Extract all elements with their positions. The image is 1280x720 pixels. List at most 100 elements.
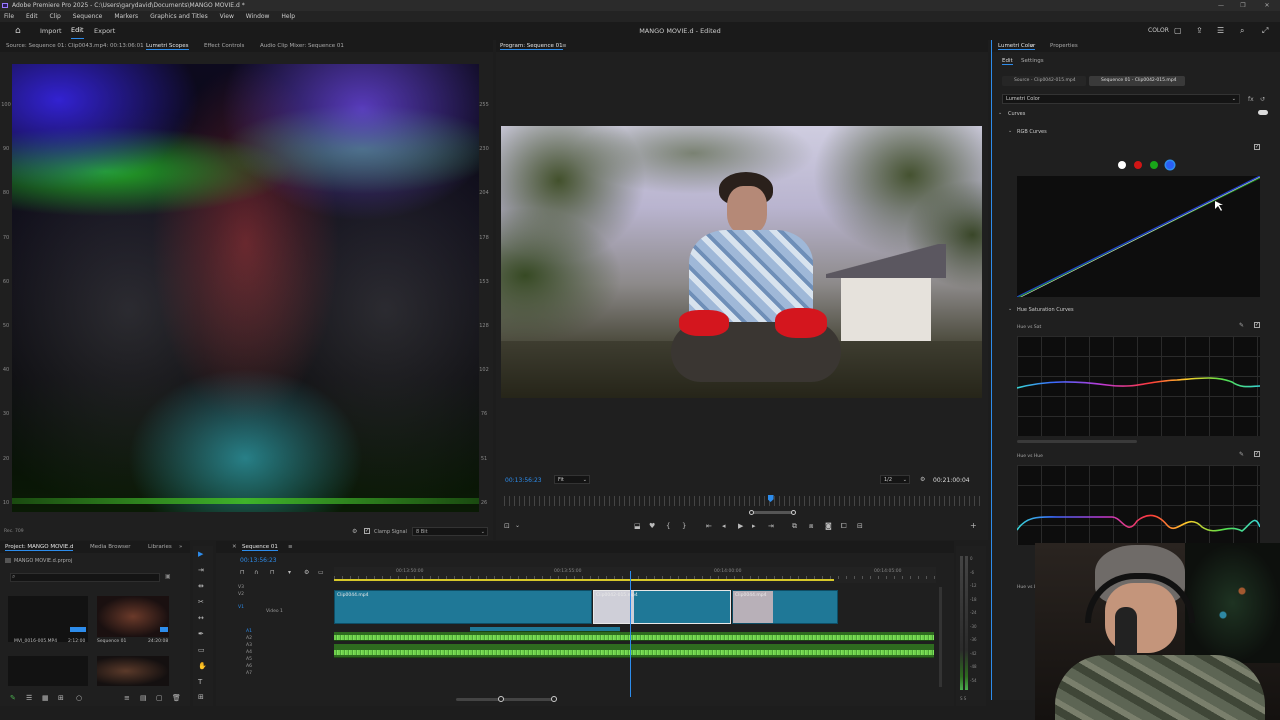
step-back-icon[interactable]: ◂ (722, 522, 726, 530)
tab-lumetri-scopes[interactable]: Lumetri Scopes (146, 43, 189, 50)
work-area-bar[interactable] (334, 579, 834, 581)
tab-audio-clip-mixer[interactable]: Audio Clip Mixer: Sequence 01 (260, 43, 344, 49)
zoom-handle-right[interactable] (791, 510, 796, 515)
resolution-select[interactable]: 1/2 ⌄ (880, 475, 910, 484)
video-clip-2[interactable]: Clip0042-015.mp4 (593, 590, 731, 624)
more-panels-icon[interactable]: » (179, 544, 182, 550)
type-tool-icon[interactable]: T (198, 678, 202, 686)
share-icon[interactable]: ⇪ (1196, 22, 1203, 40)
tab-libraries[interactable]: Libraries (148, 544, 172, 550)
menu-clip[interactable]: Clip (50, 13, 61, 20)
hue-vs-hue-graph[interactable] (1017, 465, 1260, 545)
extract-icon[interactable]: ⧈ (809, 522, 813, 531)
rgb-curve-graph[interactable] (1017, 176, 1260, 297)
menu-view[interactable]: View (220, 13, 234, 20)
video-clip-1[interactable]: Clip0044.mp4 (334, 590, 592, 624)
workspace-label[interactable]: COLOR (1148, 22, 1169, 40)
clip-thumbnail-3[interactable] (8, 656, 88, 686)
sort-icon[interactable]: ≡ (124, 694, 130, 702)
scrub-ruler[interactable] (504, 496, 980, 506)
tab-sequence[interactable]: Sequence 01 (242, 544, 278, 551)
eyedropper-icon[interactable]: ✎ (1239, 322, 1244, 329)
track-a7-label[interactable]: A7 (246, 671, 252, 676)
step-forward-icon[interactable]: ▸ (752, 522, 756, 530)
fullscreen-icon[interactable]: ⤢ (1262, 22, 1268, 40)
hue-vs-sat-graph[interactable] (1017, 336, 1260, 436)
pen-tool-icon[interactable]: ✒ (198, 630, 204, 638)
clip-thumbnail-1[interactable] (8, 596, 88, 642)
layout-icon[interactable]: ▢ (1174, 22, 1182, 40)
sequence-clip-button[interactable]: Sequence 01 - Clip0042-015.mp4 (1089, 76, 1185, 86)
lift-icon[interactable]: ⧉ (792, 522, 797, 531)
wrench-icon[interactable]: ⚙ (920, 476, 925, 483)
razor-tool-icon[interactable]: ✂ (198, 598, 204, 606)
tab-effect-controls[interactable]: Effect Controls (204, 43, 244, 49)
safe-margins-icon[interactable]: ⊡ (504, 522, 510, 530)
clamp-checkbox[interactable]: ✓ (364, 528, 370, 534)
track-a1-label[interactable]: A1 (246, 629, 252, 634)
settings-chevron-icon[interactable]: ⌄ (515, 522, 520, 529)
channel-swatch-3[interactable] (1166, 161, 1174, 169)
audio-clip-a1[interactable] (334, 632, 934, 641)
marker-icon[interactable]: ♥ (649, 522, 655, 530)
audio-clip-a2[interactable] (334, 644, 934, 658)
track-select-icon[interactable]: ⇥ (198, 566, 204, 574)
clip-thumbnail-2[interactable] (97, 596, 169, 637)
eyedropper-icon[interactable]: ✎ (1239, 451, 1244, 458)
rgb-curves-checkbox[interactable]: ✓ (1254, 144, 1260, 150)
edit-tab[interactable]: Edit (71, 22, 84, 39)
zoom-handle-left[interactable] (749, 510, 754, 515)
ripple-edit-icon[interactable]: ⇹ (198, 582, 204, 590)
bit-depth-select[interactable]: 8 Bit ⌄ (412, 527, 488, 536)
timeline-playhead[interactable] (630, 571, 631, 697)
play-icon[interactable]: ▶ (738, 522, 743, 530)
maximize-icon[interactable]: ❐ (1232, 0, 1254, 11)
program-timecode[interactable]: 00:13:56:23 (505, 477, 542, 484)
rectangle-tool-icon[interactable]: ▭ (198, 646, 205, 654)
source-clip-button[interactable]: Source - Clip0042-015.mp4 (1002, 76, 1086, 86)
menu-markers[interactable]: Markers (114, 13, 138, 20)
menu-help[interactable]: Help (281, 13, 295, 20)
mark-out-icon[interactable]: } (682, 522, 686, 530)
home-icon[interactable]: ⌂ (15, 22, 21, 40)
hue-vs-sat-checkbox[interactable]: ✓ (1254, 322, 1260, 328)
project-search-input[interactable] (10, 573, 160, 582)
fit-select[interactable]: Fit ⌄ (554, 475, 590, 484)
mark-in-icon[interactable]: { (666, 522, 670, 530)
trash-icon[interactable]: 🗑 (172, 694, 181, 702)
list-view-icon[interactable]: ☰ (26, 694, 32, 702)
menu-sequence[interactable]: Sequence (73, 13, 103, 20)
track-v3-label[interactable]: V3 (238, 585, 244, 590)
panel-menu-icon[interactable]: ≡ (562, 43, 567, 49)
subtab-edit[interactable]: Edit (1002, 58, 1013, 65)
snap-icon[interactable]: ⊓ (240, 569, 245, 576)
scroll-handle-right[interactable] (551, 696, 557, 702)
go-to-in-icon[interactable]: ⇤ (706, 522, 712, 530)
marker-icon[interactable]: ▾ (288, 569, 291, 576)
chevron-down-icon[interactable]: ⌄ (1008, 128, 1012, 134)
export-tab[interactable]: Export (94, 22, 115, 40)
zoom-slider-icon[interactable]: ○ (76, 694, 82, 702)
tab-media-browser[interactable]: Media Browser (90, 544, 131, 550)
timeline-scrollbar[interactable] (456, 698, 556, 701)
tab-project[interactable]: Project: MANGO MOVIE.d (5, 544, 74, 551)
panel-menu-icon[interactable]: ≡ (288, 544, 293, 550)
multicam-icon[interactable]: ⊟ (857, 522, 863, 530)
track-a4-label[interactable]: A4 (246, 650, 252, 655)
chevron-down-icon[interactable]: ⌄ (998, 110, 1002, 116)
add-marker-icon[interactable]: ⊓ (270, 569, 275, 576)
track-a3-label[interactable]: A3 (246, 643, 252, 648)
clip-thumbnail-4[interactable] (97, 656, 169, 686)
go-to-out-icon[interactable]: ⇥ (768, 522, 774, 530)
fx-icon[interactable]: fx (1248, 96, 1254, 103)
track-v2-label[interactable]: V2 (238, 592, 244, 597)
panels-icon[interactable]: ☰ (1217, 22, 1224, 40)
subtab-settings[interactable]: Settings (1021, 58, 1044, 64)
effect-select[interactable]: Lumetri Color ⌄ (1002, 94, 1240, 104)
export-frame-icon[interactable]: ◙ (825, 522, 832, 530)
vertical-scrollbar[interactable] (939, 587, 942, 687)
add-marker-icon[interactable]: ⬓ (634, 522, 641, 530)
tab-program[interactable]: Program: Sequence 01 (500, 43, 563, 50)
timeline-ruler[interactable]: 00:13:50:00 00:13:55:00 00:14:00:00 00:1… (334, 567, 936, 583)
captions-icon[interactable]: ▭ (318, 569, 324, 576)
